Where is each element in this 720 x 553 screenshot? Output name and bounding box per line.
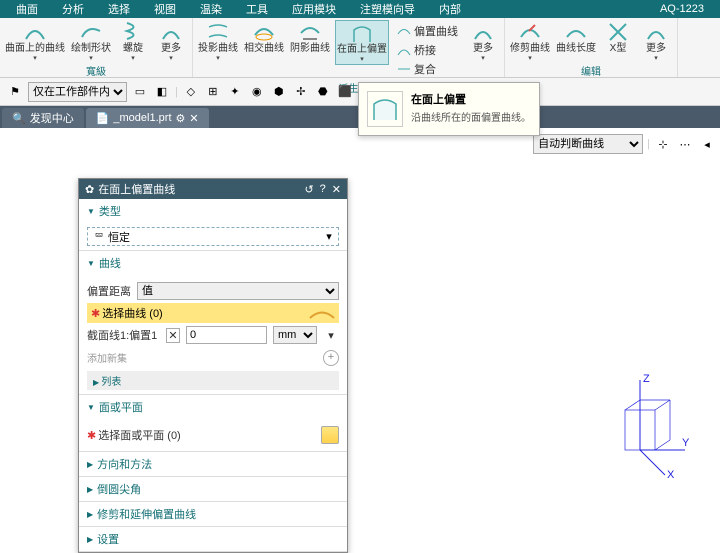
menu-item[interactable]: 温染 xyxy=(188,1,234,17)
section-corner[interactable]: 倒圆尖角 xyxy=(79,477,347,501)
add-set-link[interactable]: 添加新集 xyxy=(87,350,127,365)
section-trim-extend[interactable]: 修剪和延伸偏置曲线 xyxy=(79,502,347,526)
section-face[interactable]: 面或平面 xyxy=(79,395,347,419)
gear-icon[interactable]: ✿ xyxy=(85,183,94,196)
draw-shape-button[interactable]: 绘制形状▾ xyxy=(70,20,112,63)
offset-value-input[interactable] xyxy=(186,326,267,344)
intersect-curve-button[interactable]: 相交曲线 xyxy=(243,20,285,55)
group-label: 编辑 xyxy=(581,63,601,78)
tool-icon[interactable]: ✦ xyxy=(226,83,244,101)
section-curve[interactable]: 曲线 xyxy=(79,251,347,275)
tool-icon[interactable]: ⬣ xyxy=(314,83,332,101)
section-settings[interactable]: 设置 xyxy=(79,527,347,551)
svg-text:Z: Z xyxy=(643,373,650,385)
select-face-label[interactable]: 选择面或平面 (0) xyxy=(98,430,181,442)
type-input[interactable] xyxy=(108,230,322,243)
tool-icon[interactable]: ▭ xyxy=(131,83,149,101)
tab-model1[interactable]: 📄_model1.prt⚙✕ xyxy=(86,108,209,128)
link-icon[interactable]: ▾ xyxy=(323,329,339,342)
filter-icon[interactable]: ⚑ xyxy=(6,83,24,101)
distance-label: 偏置距离 xyxy=(87,283,131,299)
close-icon[interactable]: ⚙ xyxy=(176,112,186,125)
distance-mode-select[interactable]: 值 xyxy=(137,282,339,300)
unit-select[interactable]: mm xyxy=(273,326,317,344)
more-button[interactable]: 更多▾ xyxy=(154,20,188,63)
tool-icon[interactable]: ✢ xyxy=(292,83,310,101)
tool-icon[interactable]: ⬛ xyxy=(336,83,354,101)
offset-dialog: ✿在面上偏置曲线 ↺?✕ 类型 ⮹▾ 曲线 偏置距离值 ✱选择曲线 (0) 截面… xyxy=(78,178,348,553)
tooltip-desc: 沿曲线所在的面偏置曲线。 xyxy=(411,109,531,124)
menu-item[interactable]: 注塑模向导 xyxy=(348,1,427,17)
select-curve-label[interactable]: 选择曲线 (0) xyxy=(102,308,163,320)
tool-icon[interactable]: ◉ xyxy=(248,83,266,101)
curve-on-surface-button[interactable]: 曲面上的曲线▾ xyxy=(4,20,66,63)
section-type[interactable]: 类型 xyxy=(79,199,347,223)
face-picker-icon[interactable] xyxy=(321,426,339,444)
more-button[interactable]: 更多▾ xyxy=(639,20,673,63)
curve-length-button[interactable]: 曲线长度 xyxy=(555,20,597,55)
tool-icon[interactable]: ◧ xyxy=(153,83,171,101)
help-icon[interactable]: ? xyxy=(320,183,326,196)
group-label: 寬級 xyxy=(86,63,106,78)
offset-on-face-icon xyxy=(367,91,403,127)
project-curve-button[interactable]: 投影曲线▾ xyxy=(197,20,239,63)
tool-icon[interactable]: ⊹ xyxy=(654,135,672,153)
menu-item[interactable]: 选择 xyxy=(96,1,142,17)
dialog-title: 在面上偏置曲线 xyxy=(98,181,175,197)
section-direction[interactable]: 方向和方法 xyxy=(79,452,347,476)
menu-item[interactable]: 曲面 xyxy=(4,1,50,17)
menu-item[interactable]: 工具 xyxy=(234,1,280,17)
more-button[interactable]: 更多▾ xyxy=(466,20,500,63)
dropdown-icon[interactable]: ▾ xyxy=(322,230,336,243)
list-header[interactable]: 列表 xyxy=(87,371,339,390)
offset-on-face-button[interactable]: 在面上偏置▾ xyxy=(335,20,389,65)
add-icon[interactable]: + xyxy=(323,350,339,366)
tab-discovery[interactable]: 🔍发现中心 xyxy=(2,108,84,128)
shadow-curve-button[interactable]: 阴影曲线 xyxy=(289,20,331,55)
menu-item[interactable]: 视图 xyxy=(142,1,188,17)
menu-item[interactable]: 应用模块 xyxy=(280,1,348,17)
curve-infer-select[interactable]: 自动判断曲线 xyxy=(533,134,643,154)
helix-button[interactable]: 螺旋▾ xyxy=(116,20,150,63)
tool-icon[interactable]: ⋯ xyxy=(676,135,694,153)
tooltip-title: 在面上偏置 xyxy=(411,94,466,106)
trim-curve-button[interactable]: 修剪曲线▾ xyxy=(509,20,551,63)
menubar: 曲面 分析 选择 视图 温染 工具 应用模块 注塑模向导 内部 AQ-1223 xyxy=(0,0,720,18)
svg-text:Y: Y xyxy=(682,437,690,449)
app-code: AQ-1223 xyxy=(648,3,716,15)
close-icon[interactable]: ✕ xyxy=(189,112,198,125)
curve-preview-icon[interactable] xyxy=(309,306,335,320)
close-icon[interactable]: ✕ xyxy=(332,183,341,196)
tool-icon[interactable]: ◇ xyxy=(182,83,200,101)
clear-icon[interactable]: ✕ xyxy=(166,328,180,343)
menu-item[interactable]: 内部 xyxy=(427,1,473,17)
scope-select[interactable]: 仅在工作部件内 xyxy=(28,82,127,102)
coordinate-axes: Z Y X xyxy=(610,370,690,480)
bridge-button[interactable]: 桥接 xyxy=(395,41,460,59)
menu-item[interactable]: 分析 xyxy=(50,1,96,17)
composite-button[interactable]: 复合 xyxy=(395,60,460,78)
offset-curve-button[interactable]: 偏置曲线 xyxy=(395,22,460,40)
reset-icon[interactable]: ↺ xyxy=(304,183,313,196)
svg-text:X: X xyxy=(667,469,675,480)
tool-icon[interactable]: ⊞ xyxy=(204,83,222,101)
x-type-button[interactable]: X型 xyxy=(601,20,635,55)
ribbon: 曲面上的曲线▾ 绘制形状▾ 螺旋▾ 更多▾ 寬級 投影曲线▾ 相交曲线 阴影曲线… xyxy=(0,18,720,78)
tool-icon[interactable]: ⬢ xyxy=(270,83,288,101)
tool-icon[interactable]: ◂ xyxy=(698,135,716,153)
section-offset-label: 截面线1:偏置1 xyxy=(87,327,160,343)
right-toolbar: 自动判断曲线 | ⊹ ⋯ ◂ xyxy=(533,134,716,154)
tooltip: 在面上偏置沿曲线所在的面偏置曲线。 xyxy=(358,82,540,136)
